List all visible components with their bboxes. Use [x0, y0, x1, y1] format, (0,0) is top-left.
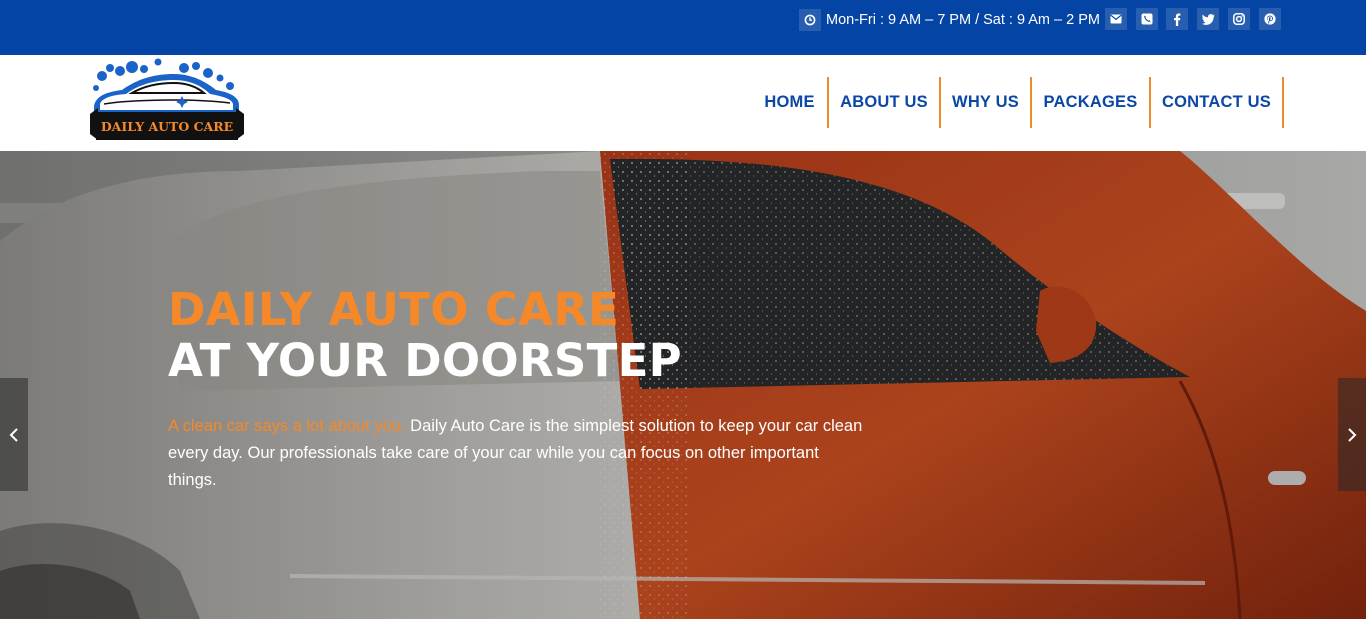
- phone-icon[interactable]: [1136, 8, 1158, 30]
- pinterest-icon[interactable]: [1259, 8, 1281, 30]
- nav-about-us[interactable]: ABOUT US: [829, 77, 941, 128]
- site-header: DAILY AUTO CARE HOME ABOUT US WHY US PAC…: [0, 55, 1366, 151]
- nav-packages[interactable]: PACKAGES: [1032, 77, 1151, 128]
- opening-hours-text: Mon-Fri : 9 AM – 7 PM / Sat : 9 Am – 2 P…: [826, 11, 1100, 28]
- instagram-icon[interactable]: [1228, 8, 1250, 30]
- hero-slider: DAILY AUTO CARE AT YOUR DOORSTEP A clean…: [0, 151, 1366, 619]
- logo[interactable]: DAILY AUTO CARE: [88, 58, 246, 146]
- top-bar: Mon-Fri : 9 AM – 7 PM / Sat : 9 Am – 2 P…: [0, 0, 1366, 55]
- twitter-icon[interactable]: [1197, 8, 1219, 30]
- nav-why-us[interactable]: WHY US: [941, 77, 1032, 128]
- chevron-right-icon: [1348, 427, 1357, 442]
- envelope-icon[interactable]: [1105, 8, 1127, 30]
- nav-contact-us[interactable]: CONTACT US: [1151, 77, 1284, 128]
- hero-title-line1: DAILY AUTO CARE: [168, 283, 620, 336]
- opening-hours: Mon-Fri : 9 AM – 7 PM / Sat : 9 Am – 2 P…: [799, 8, 1100, 31]
- hero-description: A clean car says a lot about you. Daily …: [168, 413, 868, 494]
- logo-text: DAILY AUTO CARE: [101, 119, 233, 134]
- hero-title-line2: AT YOUR DOORSTEP: [168, 334, 682, 387]
- chevron-left-icon: [9, 427, 18, 442]
- facebook-icon[interactable]: [1166, 8, 1188, 30]
- hero-description-accent: A clean car says a lot about you.: [168, 417, 406, 435]
- slider-prev-button[interactable]: [0, 378, 28, 491]
- slider-next-button[interactable]: [1338, 378, 1366, 491]
- clock-icon: [799, 8, 821, 31]
- nav-home[interactable]: HOME: [752, 77, 829, 128]
